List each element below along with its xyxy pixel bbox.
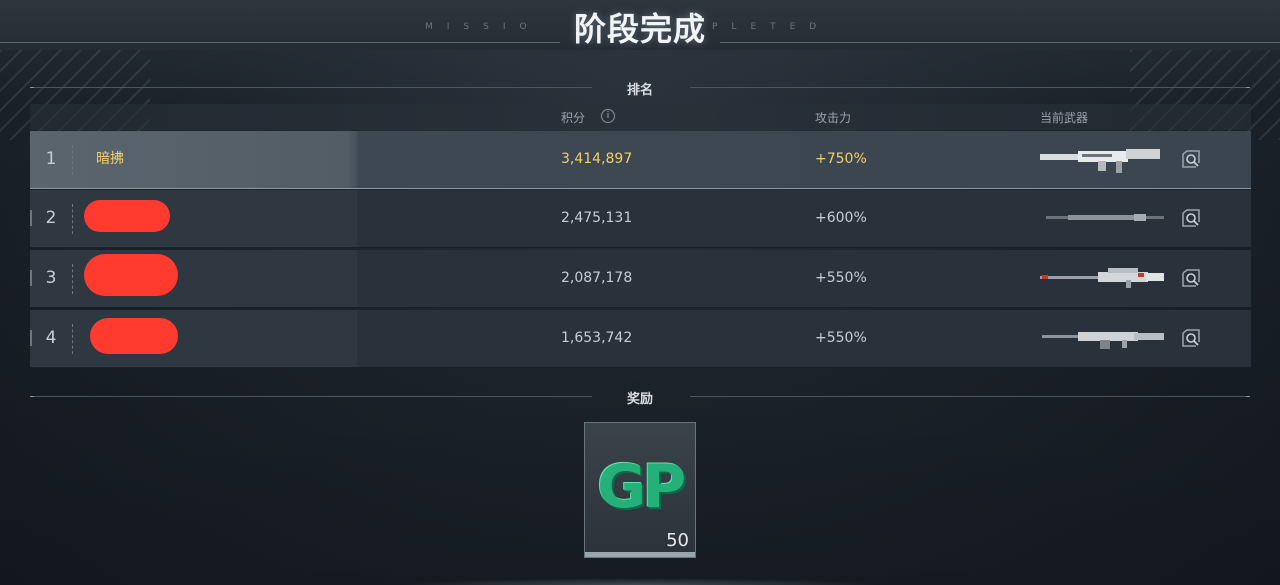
redacted-name — [84, 200, 170, 232]
rewards-label: 奖励 — [626, 392, 653, 407]
table-row[interactable]: 4 1,653,742 +550% — [30, 310, 1251, 368]
column-attack: 攻击力 — [815, 111, 852, 125]
reward-quantity: 50 — [666, 530, 689, 551]
redacted-name — [90, 318, 178, 354]
player-score: 3,414,897 — [561, 151, 633, 167]
player-attack: +600% — [815, 210, 867, 226]
row-name-block — [30, 131, 357, 188]
inspect-icon[interactable] — [1181, 268, 1201, 288]
redacted-name — [84, 254, 178, 296]
column-score: 积分 — [561, 111, 586, 125]
page-title: 阶段完成 — [573, 10, 706, 48]
rank-number: 3 — [45, 268, 57, 288]
inspect-icon[interactable] — [1181, 328, 1201, 348]
rank-separator — [72, 204, 74, 234]
heavy-rifle-icon — [1040, 149, 1160, 173]
rank-separator — [72, 324, 74, 354]
table-row[interactable]: 3 2,087,178 +550% — [30, 250, 1251, 308]
player-name: 暗拂 — [96, 151, 124, 167]
rank-number: 2 — [45, 208, 57, 228]
rank-separator — [72, 264, 74, 294]
row-name-block — [30, 310, 357, 367]
player-score: 1,653,742 — [561, 330, 633, 346]
player-score: 2,475,131 — [561, 210, 633, 226]
inspect-icon[interactable] — [1181, 208, 1201, 228]
sniper-rifle-red-icon — [1040, 268, 1164, 288]
inspect-icon[interactable] — [1181, 149, 1201, 169]
player-attack: +550% — [815, 330, 867, 346]
sniper-rifle-icon — [1046, 214, 1164, 221]
bottom-glow — [400, 578, 880, 585]
rank-number: 4 — [45, 328, 57, 348]
player-score: 2,087,178 — [561, 270, 633, 286]
rank-separator — [72, 145, 74, 175]
info-icon[interactable]: i — [601, 109, 615, 123]
column-weapon: 当前武器 — [1040, 111, 1089, 125]
rank-number: 1 — [45, 149, 57, 169]
machine-gun-icon — [1042, 332, 1164, 349]
table-row[interactable]: 1 暗拂 3,414,897 +750% — [30, 131, 1251, 189]
player-attack: +750% — [815, 151, 867, 167]
table-row[interactable]: 2 2,475,131 +600% — [30, 190, 1251, 248]
gp-currency-icon: GP — [597, 452, 686, 522]
reward-rarity-bar — [585, 552, 695, 557]
ranking-label: 排名 — [626, 83, 653, 98]
row-name-block — [30, 250, 357, 307]
reward-item-gp[interactable]: GP 50 — [584, 422, 696, 558]
row-name-block — [30, 190, 357, 247]
player-attack: +550% — [815, 270, 867, 286]
